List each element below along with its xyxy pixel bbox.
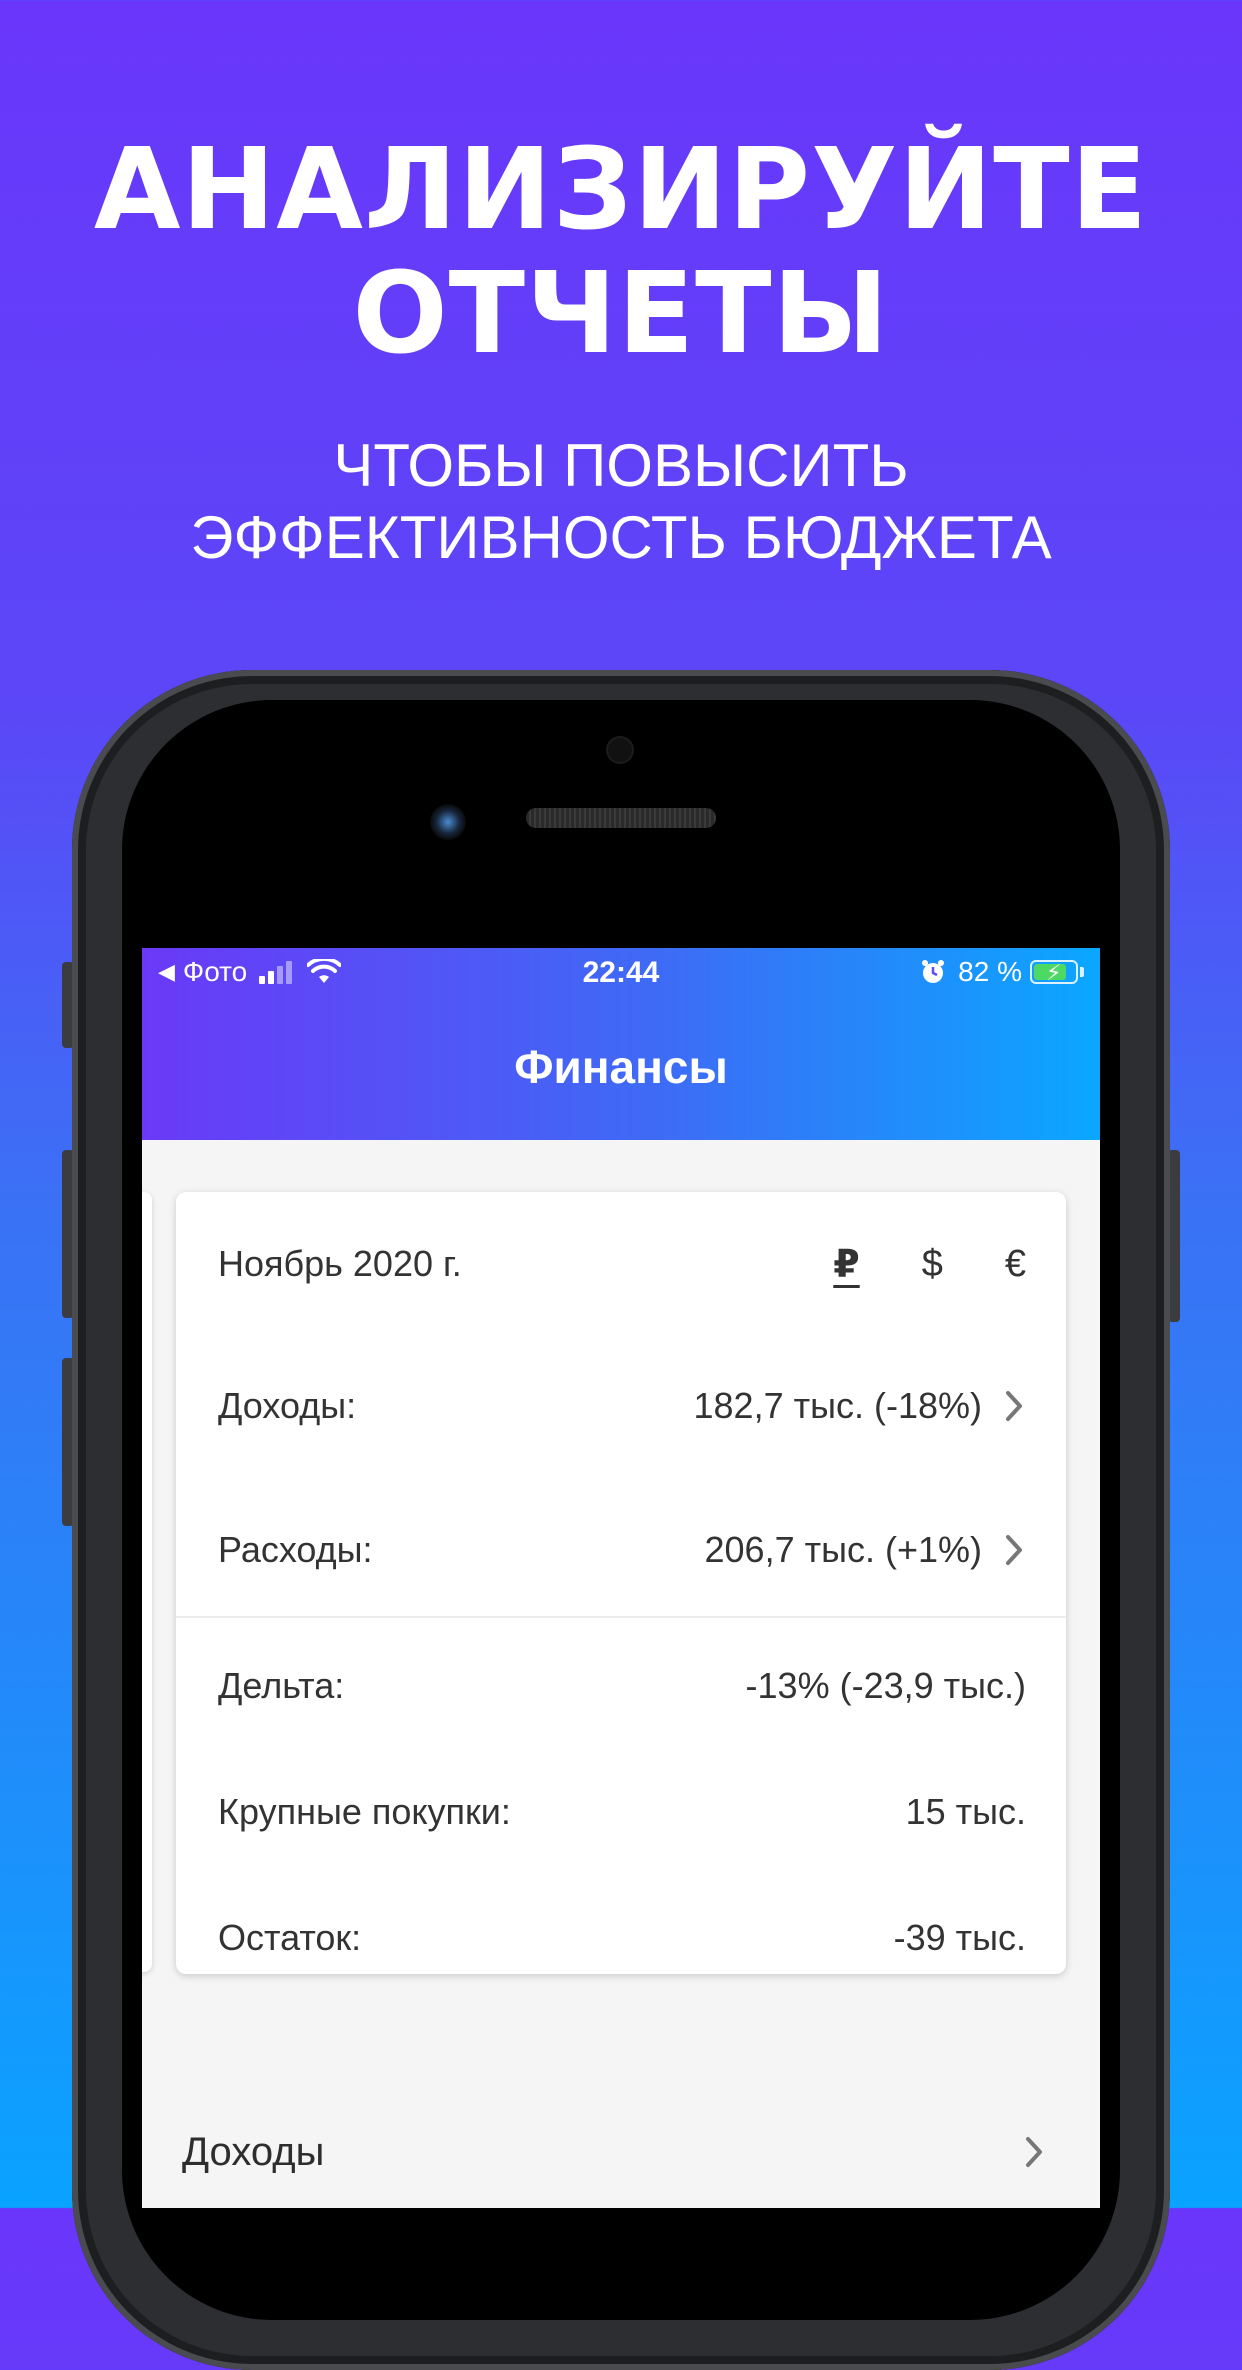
expenses-value: 206,7 тыс. (+1%) — [704, 1529, 983, 1570]
income-section-label: Доходы — [182, 2129, 325, 2174]
chevron-right-icon — [1006, 1535, 1022, 1565]
status-bar: ◀ Фото 22:44 82 % ⚡ — [142, 948, 1100, 996]
big-purchases-row: Крупные покупки: 15 тыс. — [218, 1782, 1026, 1842]
currency-usd-button[interactable]: $ — [922, 1243, 943, 1286]
front-camera-icon — [430, 804, 466, 840]
promo-subheadline: ЧТОБЫ ПОВЫСИТЬ ЭФФЕКТИВНОСТЬ БЮДЖЕТА — [0, 430, 1242, 574]
card-divider — [176, 1616, 1066, 1618]
delta-value: -13% (-23,9 тыс.) — [745, 1665, 1026, 1706]
report-card: Ноябрь 2020 г. ₽ $ € Доходы: 182,7 тыс. … — [176, 1192, 1066, 1974]
battery-percent: 82 % — [958, 956, 1022, 987]
app-bar: ◀ Фото 22:44 82 % ⚡ Финансы — [142, 948, 1100, 1140]
subheadline-line-1: ЧТОБЫ ПОВЫСИТЬ — [333, 432, 909, 499]
chevron-right-icon — [1026, 2137, 1042, 2167]
delta-row: Дельта: -13% (-23,9 тыс.) — [218, 1656, 1026, 1716]
alarm-icon — [922, 960, 945, 983]
currency-rub-button[interactable]: ₽ — [833, 1242, 859, 1287]
balance-label: Остаток: — [218, 1917, 362, 1958]
earpiece-speaker — [526, 808, 716, 828]
card-header: Ноябрь 2020 г. ₽ $ € — [218, 1234, 1026, 1294]
income-value: 182,7 тыс. (-18%) — [693, 1385, 982, 1426]
battery-tip — [1080, 967, 1084, 977]
big-purchases-label: Крупные покупки: — [218, 1791, 511, 1832]
battery-icon: ⚡ — [1030, 960, 1078, 985]
expenses-row[interactable]: Расходы: 206,7 тыс. (+1%) — [218, 1520, 1026, 1580]
balance-row: Остаток: -39 тыс. — [218, 1908, 1026, 1968]
currency-eur-button[interactable]: € — [1005, 1243, 1026, 1286]
promo-headline: АНАЛИЗИРУЙТЕ ОТЧЕТЫ — [0, 128, 1242, 376]
charging-bolt-icon: ⚡ — [1046, 960, 1062, 985]
income-row[interactable]: Доходы: 182,7 тыс. (-18%) — [218, 1376, 1026, 1436]
previous-card-peek[interactable] — [142, 1192, 152, 1972]
big-purchases-value: 15 тыс. — [905, 1791, 1026, 1832]
app-screen: ◀ Фото 22:44 82 % ⚡ Финансы Ноябрь 2020 … — [142, 948, 1100, 2208]
period-label: Ноябрь 2020 г. — [218, 1243, 462, 1284]
delta-label: Дельта: — [218, 1665, 345, 1706]
chevron-right-icon — [1006, 1391, 1022, 1421]
status-right: 82 % ⚡ — [920, 956, 1084, 988]
expenses-label: Расходы: — [218, 1529, 373, 1570]
app-title: Финансы — [514, 1041, 728, 1093]
income-section-row[interactable]: Доходы — [182, 2122, 1046, 2182]
headline-line-1: АНАЛИЗИРУЙТЕ — [93, 125, 1149, 255]
income-label: Доходы: — [218, 1385, 357, 1426]
proximity-sensor — [608, 738, 632, 762]
balance-value: -39 тыс. — [893, 1917, 1026, 1958]
headline-line-2: ОТЧЕТЫ — [352, 249, 890, 379]
subheadline-line-2: ЭФФЕКТИВНОСТЬ БЮДЖЕТА — [190, 504, 1052, 571]
